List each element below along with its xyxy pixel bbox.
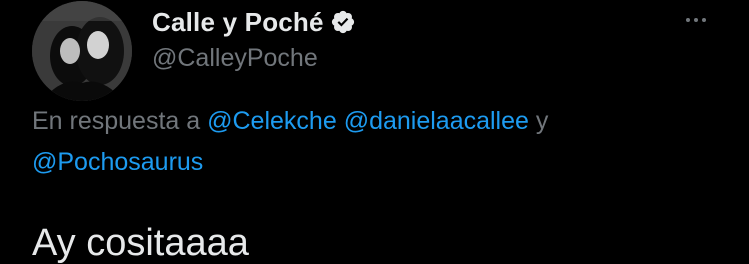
more-options-button[interactable] [676, 8, 716, 32]
avatar-photo [32, 1, 132, 101]
mention-link[interactable]: @Pochosaurus [32, 148, 203, 176]
mention-link[interactable]: @Celekche [207, 107, 337, 135]
author-name-row[interactable]: Calle y Poché [152, 5, 356, 39]
reply-context: En respuesta a @Celekche @danielaacallee… [32, 107, 732, 136]
tweet-text: Ay cositaaaa [32, 222, 249, 264]
author-display-name[interactable]: Calle y Poché [152, 7, 324, 38]
reply-context-continued: @Pochosaurus [32, 148, 732, 177]
dot [686, 18, 690, 22]
reply-prefix: En respuesta a [32, 107, 201, 135]
reply-joiner: y [535, 107, 549, 135]
author-handle[interactable]: @CalleyPoche [152, 44, 318, 73]
avatar[interactable] [32, 1, 132, 101]
dot [694, 18, 698, 22]
verified-badge-icon [331, 10, 354, 34]
tweet: Calle y Poché @CalleyPoche En respuesta … [0, 0, 749, 262]
mention-link[interactable]: @danielaacallee [344, 107, 529, 135]
dot [702, 18, 706, 22]
